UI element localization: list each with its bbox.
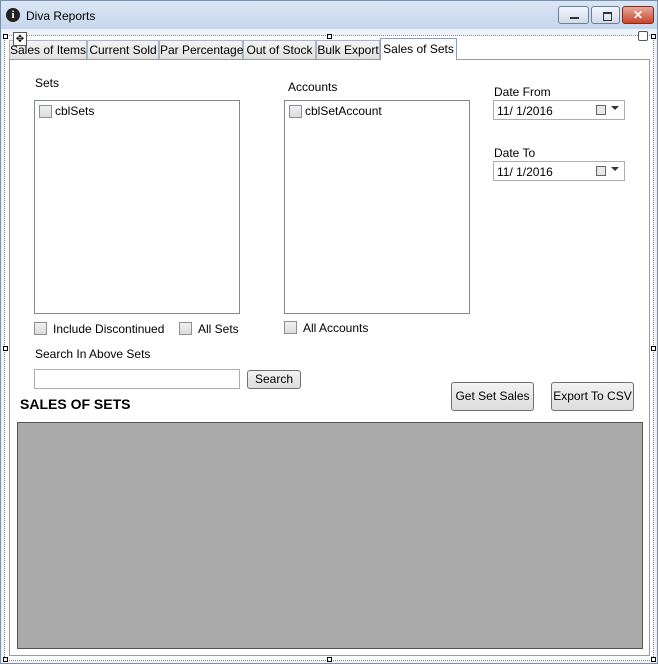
search-label: Search In Above Sets [35,347,151,361]
tab-current-sold[interactable]: Current Sold [87,40,159,59]
title-bar: i Diva Reports ✕ [1,1,657,29]
sets-label: Sets [35,76,60,90]
all-accounts-checkbox[interactable] [284,321,297,334]
chevron-down-icon[interactable] [611,167,619,171]
close-icon: ✕ [632,8,644,22]
chevron-down-icon[interactable] [611,106,619,110]
resize-handle[interactable] [3,657,8,662]
maximize-icon [603,12,612,21]
results-heading: SALES OF SETS [20,396,131,412]
calendar-icon[interactable] [596,105,606,115]
date-to-label: Date To [494,146,536,160]
calendar-icon[interactable] [596,166,606,176]
date-to-picker[interactable]: 11/ 1/2016 [493,161,625,181]
resize-handle[interactable] [651,346,656,351]
resize-handle[interactable] [327,34,332,39]
include-discontinued-label: Include Discontinued [53,322,165,336]
date-to-value: 11/ 1/2016 [497,165,553,179]
diva-app-icon: i [6,8,20,22]
smart-tag-icon[interactable] [638,31,648,41]
search-button[interactable]: Search [247,370,301,389]
tab-bulk-export[interactable]: Bulk Export [316,40,380,59]
resize-handle[interactable] [651,34,656,39]
all-accounts-label: All Accounts [303,321,369,335]
date-from-value: 11/ 1/2016 [497,104,553,118]
minimize-button[interactable] [558,6,589,24]
resize-handle[interactable] [651,657,656,662]
minimize-icon [570,17,579,19]
get-set-sales-button[interactable]: Get Set Sales [451,382,534,411]
tab-sales-of-sets[interactable]: Sales of Sets [380,38,457,60]
date-from-picker[interactable]: 11/ 1/2016 [493,100,625,120]
date-from-label: Date From [494,85,551,99]
results-grid[interactable] [17,422,643,649]
account-item-label: cblSetAccount [305,104,382,118]
tab-out-of-stock[interactable]: Out of Stock [243,40,316,59]
account-item-checkbox[interactable] [289,105,302,118]
set-item-checkbox[interactable] [39,105,52,118]
tab-par-percentage[interactable]: Par Percentage [159,40,243,59]
close-button[interactable]: ✕ [622,6,654,24]
resize-handle[interactable] [327,657,332,662]
all-sets-checkbox[interactable] [179,322,192,335]
window-title: Diva Reports [26,9,96,23]
search-input[interactable] [34,369,240,389]
export-to-csv-button[interactable]: Export To CSV [551,382,634,411]
resize-handle[interactable] [3,34,8,39]
accounts-checklist[interactable]: cblSetAccount [284,100,470,314]
include-discontinued-checkbox[interactable] [34,322,47,335]
move-icon[interactable]: ✥ [13,32,27,46]
maximize-button[interactable] [591,6,620,24]
resize-handle[interactable] [3,346,8,351]
set-item-label: cblSets [55,104,95,118]
accounts-label: Accounts [288,80,338,94]
sets-checklist[interactable]: cblSets [34,100,240,314]
all-sets-label: All Sets [198,322,239,336]
